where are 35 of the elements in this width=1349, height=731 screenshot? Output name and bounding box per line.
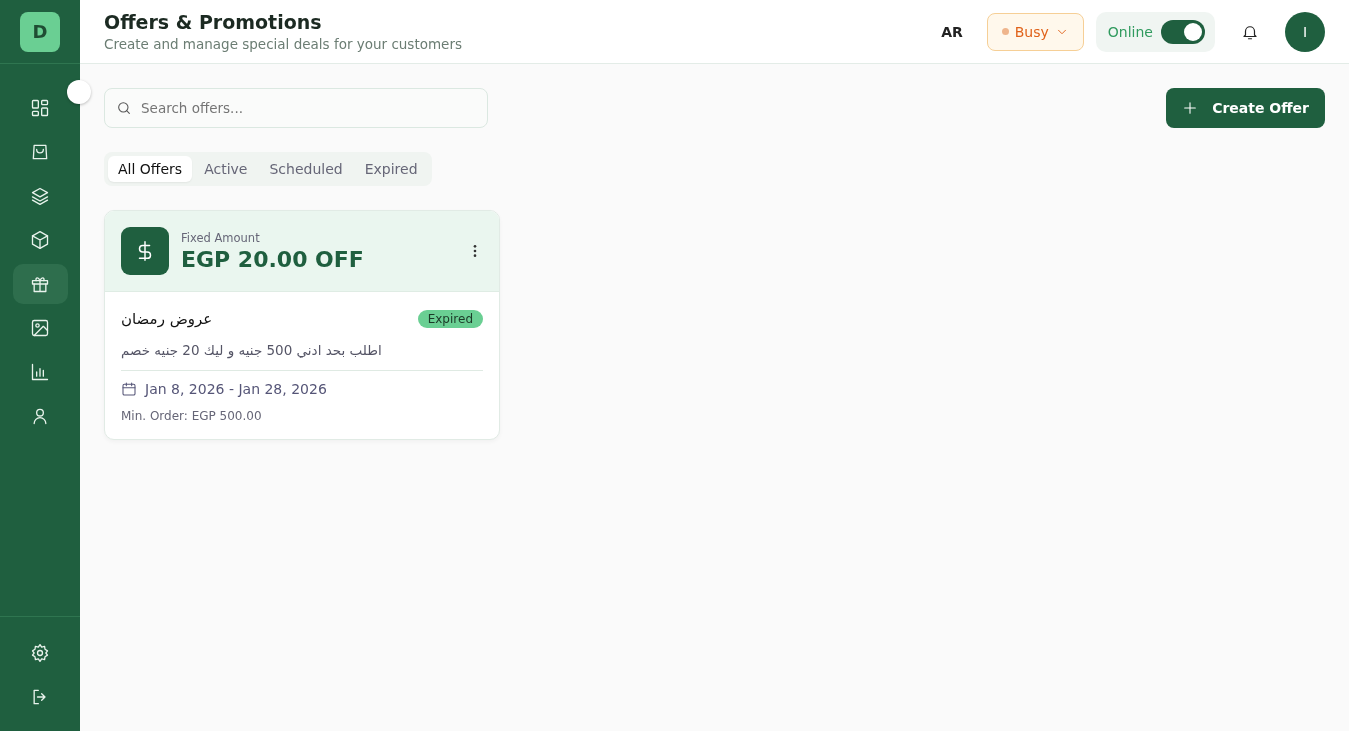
filter-tab[interactable]: Active [194,156,258,182]
layers-icon [30,186,50,206]
logo: D [20,11,60,52]
calendar-icon [121,381,137,397]
status-dot-icon [1001,28,1009,35]
page-title: Offers & Promotions [104,11,323,33]
collapse-handle[interactable] [67,80,91,104]
status-badge: Expired [417,310,483,328]
settings-icon [30,643,50,663]
plus-icon [1182,100,1199,116]
filter-tab[interactable]: Scheduled [259,156,353,182]
search-field[interactable]: Search offers... [104,88,488,128]
online-label: Online [1107,23,1153,40]
box-icon [30,230,50,250]
offer-description: اطلب بحد ادني 500 جنيه و ليك 20 جنيه خصم [121,342,382,361]
offer-title: عروض رمضان [121,310,213,328]
bar-chart-icon [30,362,50,382]
image-icon [30,318,50,338]
gift-icon [30,274,50,294]
min-order: Min. Order: EGP 500.00 [121,409,263,423]
sidebar-item[interactable] [12,264,68,304]
offer-dates: Jan 8, 2026 - Jan 28, 2026 [145,381,327,397]
create-offer-button[interactable]: Create Offer [1166,88,1325,128]
dollar-icon [121,227,169,275]
offer-amount: EGP 20.00 OFF [181,246,365,272]
shopping-bag-icon [30,142,50,162]
grid-icon [30,98,50,118]
filter-tab[interactable]: Expired [354,156,428,182]
toggle-switch[interactable] [1161,19,1205,44]
offer-type: Fixed Amount [181,230,261,245]
filter-tab[interactable]: All Offers [108,156,193,182]
search-icon [116,100,132,116]
page-subtitle: Create and manage special deals for your customers [104,36,463,52]
language-button[interactable]: AR [929,23,975,40]
avatar[interactable]: I [1285,11,1325,52]
